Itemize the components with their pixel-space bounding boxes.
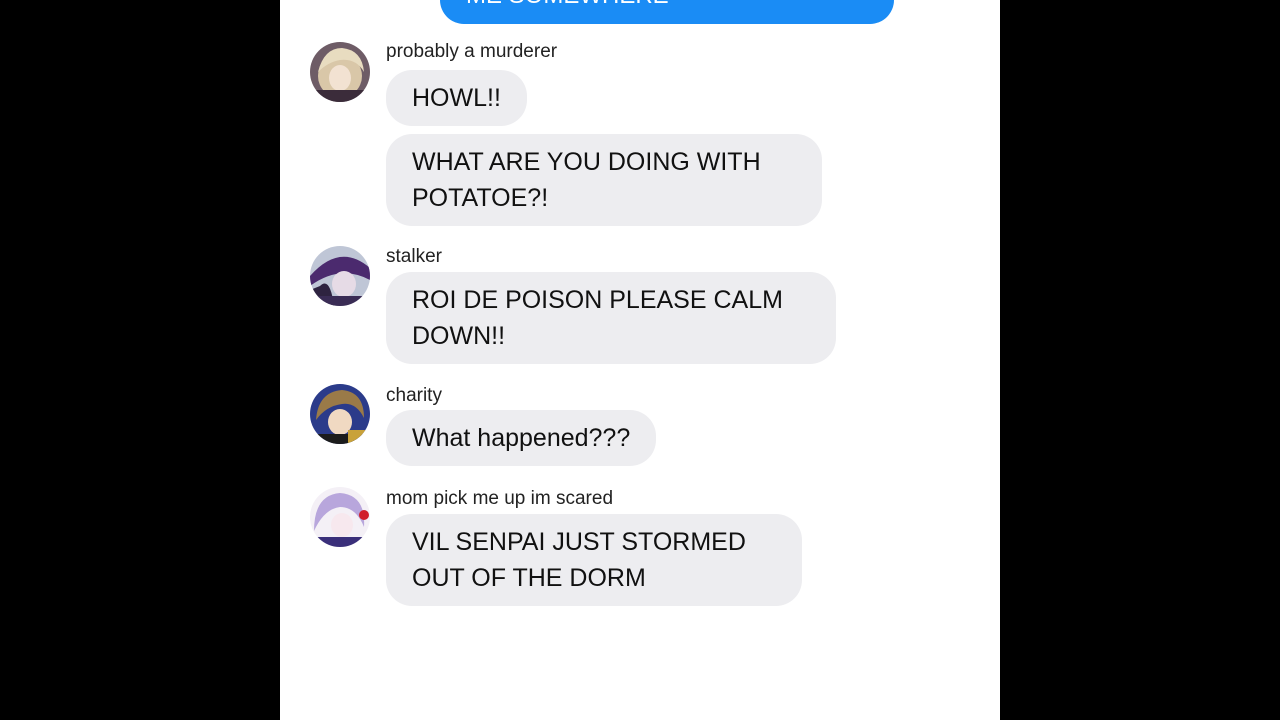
message-group: mom pick me up im scared VIL SENPAI JUST… — [310, 486, 990, 616]
message-bubble[interactable]: What happened??? — [386, 410, 657, 466]
avatar-purple-hat-character-icon[interactable] — [310, 246, 370, 306]
sender-name: stalker — [386, 246, 442, 267]
message-bubble[interactable]: ROI DE POISON PLEASE CALM DOWN!! — [386, 272, 836, 364]
sender-name: mom pick me up im scared — [386, 488, 614, 509]
message-bubble[interactable]: HOWL!! — [386, 70, 527, 126]
avatar-blonde-character-icon[interactable] — [310, 42, 370, 102]
avatar-lavender-hair-character-icon[interactable] — [310, 487, 370, 547]
message-bubble[interactable]: WHAT ARE YOU DOING WITH POTATOE?! — [386, 134, 822, 226]
sender-name: probably a murderer — [386, 41, 558, 62]
sender-name: charity — [386, 385, 442, 406]
chat-screen: ME SOMEWHERE probably a murderer HOWL!! … — [280, 0, 1000, 720]
sent-message-bubble[interactable]: ME SOMEWHERE — [440, 0, 894, 24]
message-group: stalker ROI DE POISON PLEASE CALM DOWN!! — [310, 245, 990, 375]
message-bubble[interactable]: VIL SENPAI JUST STORMED OUT OF THE DORM — [386, 514, 802, 606]
message-group: charity What happened??? — [310, 383, 990, 473]
message-group: probably a murderer HOWL!! WHAT ARE YOU … — [310, 40, 990, 240]
sent-message-text: ME SOMEWHERE — [466, 0, 669, 8]
avatar-brown-hair-character-icon[interactable] — [310, 384, 370, 444]
